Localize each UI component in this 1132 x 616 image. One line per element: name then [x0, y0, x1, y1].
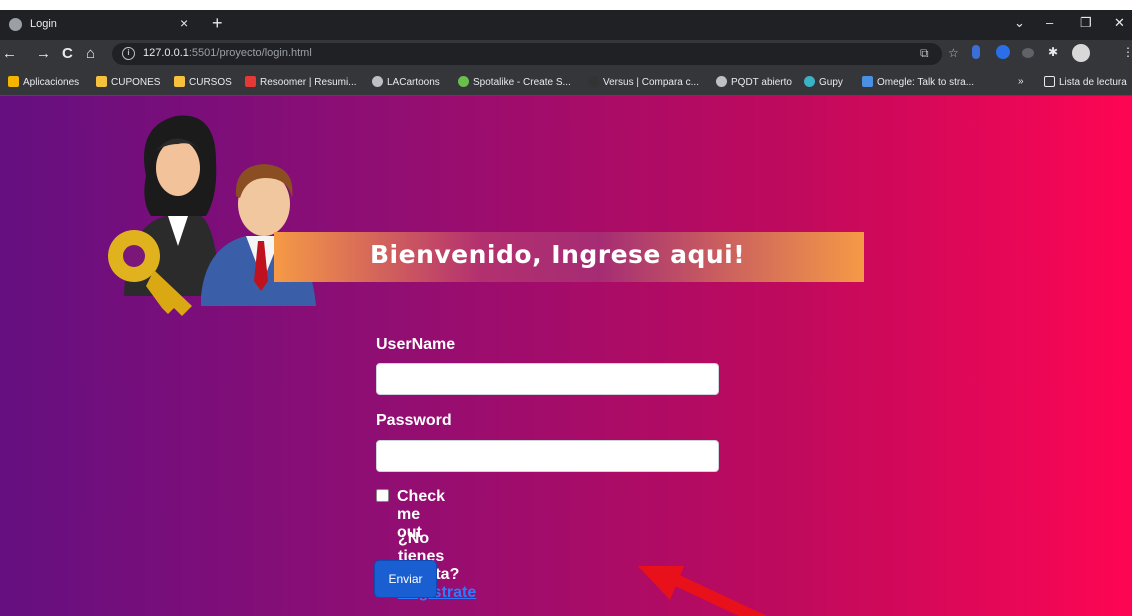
versus-icon — [588, 76, 599, 87]
close-window-button[interactable]: ✕ — [1114, 15, 1125, 31]
tab-search-icon[interactable]: ⌄ — [1014, 15, 1025, 31]
username-input[interactable] — [376, 363, 719, 395]
new-tab-button[interactable]: + — [212, 13, 223, 34]
tab-strip: Login × + ⌄ – ❐ ✕ — [0, 10, 1132, 40]
password-input[interactable] — [376, 440, 719, 472]
login-page: Bienvenido, Ingrese aqui! UserName Passw… — [0, 96, 1132, 616]
welcome-title: Bienvenido, Ingrese aqui! — [370, 240, 746, 269]
bookmark-gupy[interactable]: Gupy — [804, 76, 843, 88]
reading-list-button[interactable]: Lista de lectura — [1044, 76, 1127, 88]
reload-button[interactable]: C — [62, 45, 73, 63]
back-button[interactable]: ← — [2, 45, 17, 63]
password-label: Password — [376, 412, 452, 429]
browser-tab-login[interactable]: Login × — [0, 10, 202, 40]
url-text: 127.0.0.1:5501/proyecto/login.html — [143, 47, 312, 59]
close-tab-icon[interactable]: × — [180, 15, 188, 31]
tab-title: Login — [30, 18, 57, 30]
extensions-puzzle-icon[interactable]: ✱ — [1048, 45, 1058, 59]
remember-checkbox[interactable] — [376, 489, 389, 502]
submit-button[interactable]: Enviar — [374, 560, 437, 598]
bookmark-aplicaciones[interactable]: Aplicaciones — [8, 76, 79, 88]
extension-pen-icon[interactable] — [972, 45, 980, 59]
users-key-illustration — [108, 115, 316, 316]
globe-icon — [372, 76, 383, 87]
minimize-button[interactable]: – — [1046, 15, 1053, 30]
bookmarks-bar: Aplicaciones CUPONES CURSOS Resoomer | R… — [0, 68, 1132, 96]
bookmark-resoomer[interactable]: Resoomer | Resumi... — [245, 76, 357, 88]
extension-check-icon[interactable] — [996, 45, 1010, 59]
extension-misc-icon[interactable] — [1022, 48, 1034, 58]
folder-icon — [96, 76, 107, 87]
globe-icon — [9, 18, 22, 31]
apps-grid-icon — [8, 76, 19, 87]
globe-icon — [716, 76, 727, 87]
translate-icon[interactable]: ⧉ — [920, 46, 929, 61]
reading-list-icon — [1044, 76, 1055, 87]
folder-icon — [174, 76, 185, 87]
welcome-banner: Bienvenido, Ingrese aqui! — [274, 232, 864, 282]
restore-button[interactable]: ❐ — [1080, 15, 1092, 31]
bookmark-cursos[interactable]: CURSOS — [174, 76, 232, 88]
bookmarks-overflow-button[interactable]: » — [1018, 76, 1024, 87]
gupy-icon — [804, 76, 815, 87]
bookmark-versus[interactable]: Versus | Compara c... — [588, 76, 699, 88]
profile-avatar-icon[interactable] — [1072, 44, 1090, 62]
bookmark-pqdt[interactable]: PQDT abierto — [716, 76, 792, 88]
home-button[interactable]: ⌂ — [86, 45, 95, 63]
spotalike-icon — [458, 76, 469, 87]
forward-button[interactable]: → — [36, 45, 51, 63]
url-path: :5501/proyecto/login.html — [188, 47, 312, 59]
browser-menu-icon[interactable]: ⋮ — [1122, 45, 1132, 59]
username-label: UserName — [376, 336, 456, 353]
resoomer-icon — [245, 76, 256, 87]
omegle-icon — [862, 76, 873, 87]
bookmark-cupones[interactable]: CUPONES — [96, 76, 160, 88]
browser-toolbar: ← → C ⌂ i 127.0.0.1:5501/proyecto/login.… — [0, 40, 1132, 68]
address-bar[interactable]: i 127.0.0.1:5501/proyecto/login.html ⧉ ☆ — [112, 43, 959, 65]
bookmark-omegle[interactable]: Omegle: Talk to stra... — [862, 76, 974, 88]
bookmark-spotalike[interactable]: Spotalike - Create S... — [458, 76, 571, 88]
bookmark-star-icon[interactable]: ☆ — [948, 46, 959, 60]
site-info-icon[interactable]: i — [122, 47, 135, 60]
url-host: 127.0.0.1 — [143, 47, 189, 59]
bookmark-lacartoons[interactable]: LACartoons — [372, 76, 440, 88]
red-arrow-annotation — [638, 566, 768, 616]
